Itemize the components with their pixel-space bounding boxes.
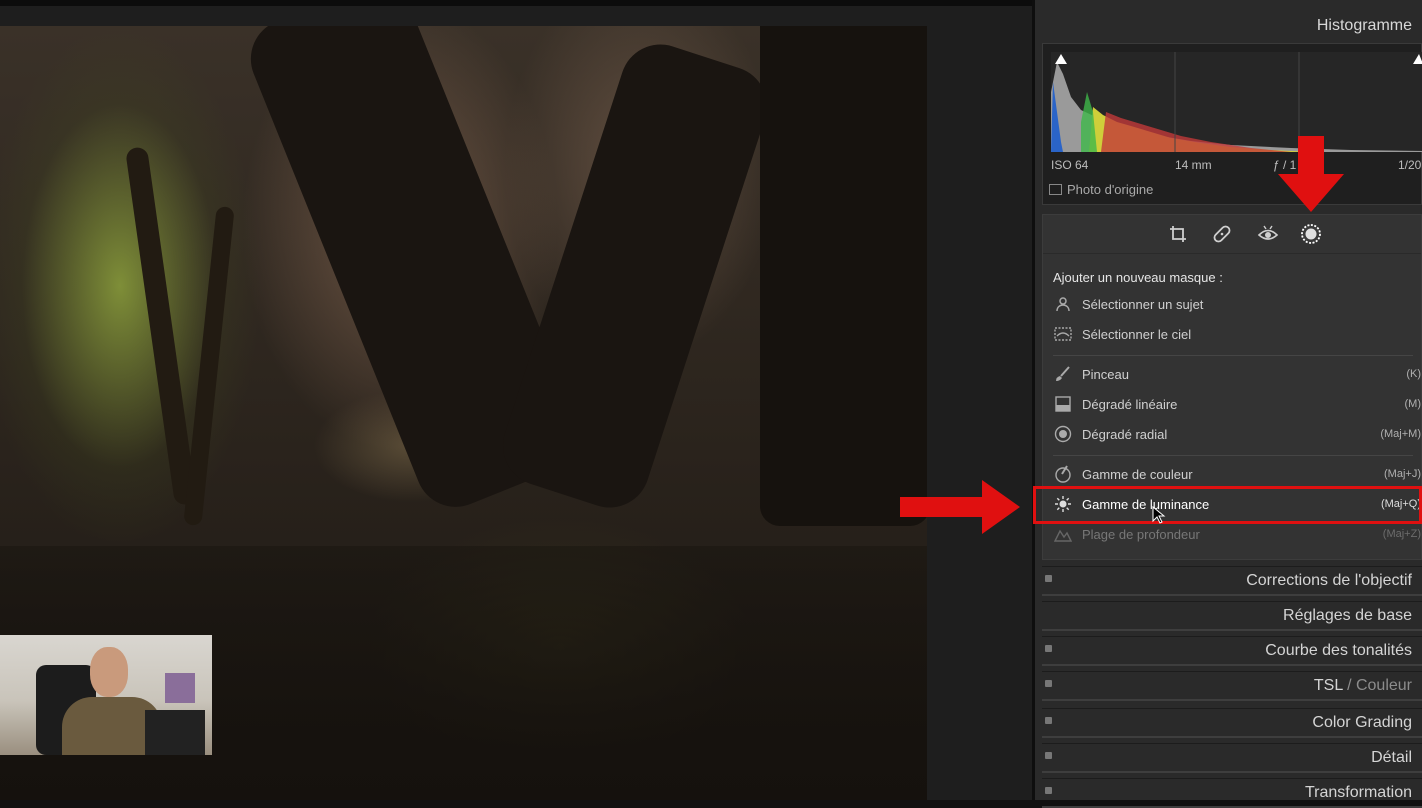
section-title: Courbe des tonalités: [1265, 642, 1412, 659]
section-toggle-icon[interactable]: [1045, 645, 1052, 652]
arrow-down-icon: [1278, 136, 1344, 212]
section-color-grading[interactable]: Color Grading: [1042, 708, 1422, 738]
exif-iso: ISO 64: [1051, 158, 1089, 172]
webcam-person-head: [90, 647, 128, 697]
photo-viewer[interactable]: [0, 0, 1032, 800]
section-title: Réglages de base: [1283, 607, 1412, 624]
section-toggle-icon[interactable]: [1045, 787, 1052, 794]
panel-divider[interactable]: [1032, 0, 1035, 800]
webcam-picture-frame: [165, 673, 195, 703]
histogram-panel: ISO 64 14 mm ƒ / 1 1/20 Photo d'origine: [1042, 43, 1422, 205]
brush-item[interactable]: Pinceau (K): [1053, 362, 1421, 386]
photo-origin-toggle[interactable]: Photo d'origine: [1049, 182, 1153, 197]
histogram-title[interactable]: Histogramme: [1317, 17, 1412, 35]
exif-focal: 14 mm: [1175, 158, 1212, 172]
add-mask-title: Ajouter un nouveau masque :: [1053, 270, 1223, 285]
top-edge: [0, 0, 1032, 6]
develop-panel: Histogramme ISO 64 14 mm ƒ / 1 1/20 Phot…: [1032, 0, 1422, 808]
mask-item-shortcut: (Maj+J): [1384, 468, 1421, 480]
depth-range-item[interactable]: Plage de profondeur (Maj+Z): [1053, 522, 1421, 546]
highlight-frame: [1033, 486, 1422, 524]
tool-strip: [1043, 215, 1421, 254]
mask-item-label: Pinceau: [1082, 366, 1129, 382]
radial-gradient-icon: [1053, 424, 1073, 444]
select-sky-item[interactable]: Sélectionner le ciel: [1053, 322, 1421, 346]
mask-item-label: Gamme de couleur: [1082, 466, 1193, 482]
section-title: Transformation: [1305, 784, 1412, 801]
masking-icon[interactable]: [1300, 223, 1322, 245]
section-title: Corrections de l'objectif: [1246, 572, 1412, 589]
crop-icon[interactable]: [1167, 223, 1189, 245]
exif-shutter: 1/20: [1398, 158, 1422, 172]
tree-trunk: [492, 34, 778, 518]
histogram-graph: [1051, 52, 1422, 152]
radial-gradient-item[interactable]: Dégradé radial (Maj+M): [1053, 422, 1421, 446]
mask-item-label: Sélectionner un sujet: [1082, 296, 1204, 312]
mask-item-label: Sélectionner le ciel: [1082, 326, 1192, 342]
brush-icon: [1053, 364, 1073, 384]
section-title: Color Grading: [1312, 714, 1412, 731]
histogram-chart[interactable]: [1051, 52, 1422, 152]
section-detail[interactable]: Détail: [1042, 743, 1422, 773]
photo-origin-label: Photo d'origine: [1067, 182, 1154, 197]
sky-icon: [1053, 324, 1073, 344]
linear-gradient-icon: [1053, 394, 1073, 414]
tree-trunk: [125, 146, 197, 506]
mask-item-label: Dégradé linéaire: [1082, 396, 1178, 412]
tree-trunk: [760, 26, 927, 526]
healing-icon[interactable]: [1211, 223, 1233, 245]
section-transform[interactable]: Transformation: [1042, 778, 1422, 808]
section-toggle-icon[interactable]: [1045, 680, 1052, 687]
section-hsl-color[interactable]: TSL / Couleur: [1042, 671, 1422, 701]
mask-item-shortcut: (Maj+M): [1380, 428, 1421, 440]
shadow-clip-icon: [1055, 54, 1067, 64]
red-eye-icon[interactable]: [1257, 223, 1279, 245]
section-toggle-icon[interactable]: [1045, 717, 1052, 724]
mask-item-label: Plage de profondeur: [1082, 526, 1200, 542]
webcam-overlay: [0, 635, 212, 755]
section-title: TSL / Couleur: [1314, 677, 1412, 695]
section-title: Détail: [1371, 749, 1412, 766]
section-title-separator: /: [1342, 677, 1356, 694]
section-toggle-icon[interactable]: [1045, 575, 1052, 582]
mask-item-shortcut: (M): [1404, 398, 1422, 410]
mask-item-label: Dégradé radial: [1082, 426, 1168, 442]
mask-item-shortcut: (K): [1406, 368, 1421, 380]
tree-trunk: [183, 205, 235, 527]
section-basic[interactable]: Réglages de base: [1042, 601, 1422, 631]
section-toggle-icon[interactable]: [1045, 752, 1052, 759]
separator: [1053, 455, 1413, 456]
color-range-icon: [1053, 464, 1073, 484]
separator: [1053, 355, 1413, 356]
checkbox-icon: [1049, 184, 1062, 195]
section-tone-curve[interactable]: Courbe des tonalités: [1042, 636, 1422, 666]
mask-item-shortcut: (Maj+Z): [1382, 528, 1421, 540]
highlight-clip-icon: [1413, 54, 1422, 64]
section-title-main[interactable]: TSL: [1314, 677, 1343, 694]
select-subject-item[interactable]: Sélectionner un sujet: [1053, 292, 1421, 316]
linear-gradient-item[interactable]: Dégradé linéaire (M): [1053, 392, 1421, 416]
person-icon: [1053, 294, 1073, 314]
webcam-desk: [145, 710, 205, 755]
section-lens-corrections[interactable]: Corrections de l'objectif: [1042, 566, 1422, 596]
section-title-secondary[interactable]: Couleur: [1356, 677, 1412, 694]
arrow-right-icon: [900, 480, 1020, 534]
color-range-item[interactable]: Gamme de couleur (Maj+J): [1053, 462, 1421, 486]
mouse-cursor-icon: [1152, 506, 1166, 524]
depth-range-icon: [1053, 524, 1073, 544]
